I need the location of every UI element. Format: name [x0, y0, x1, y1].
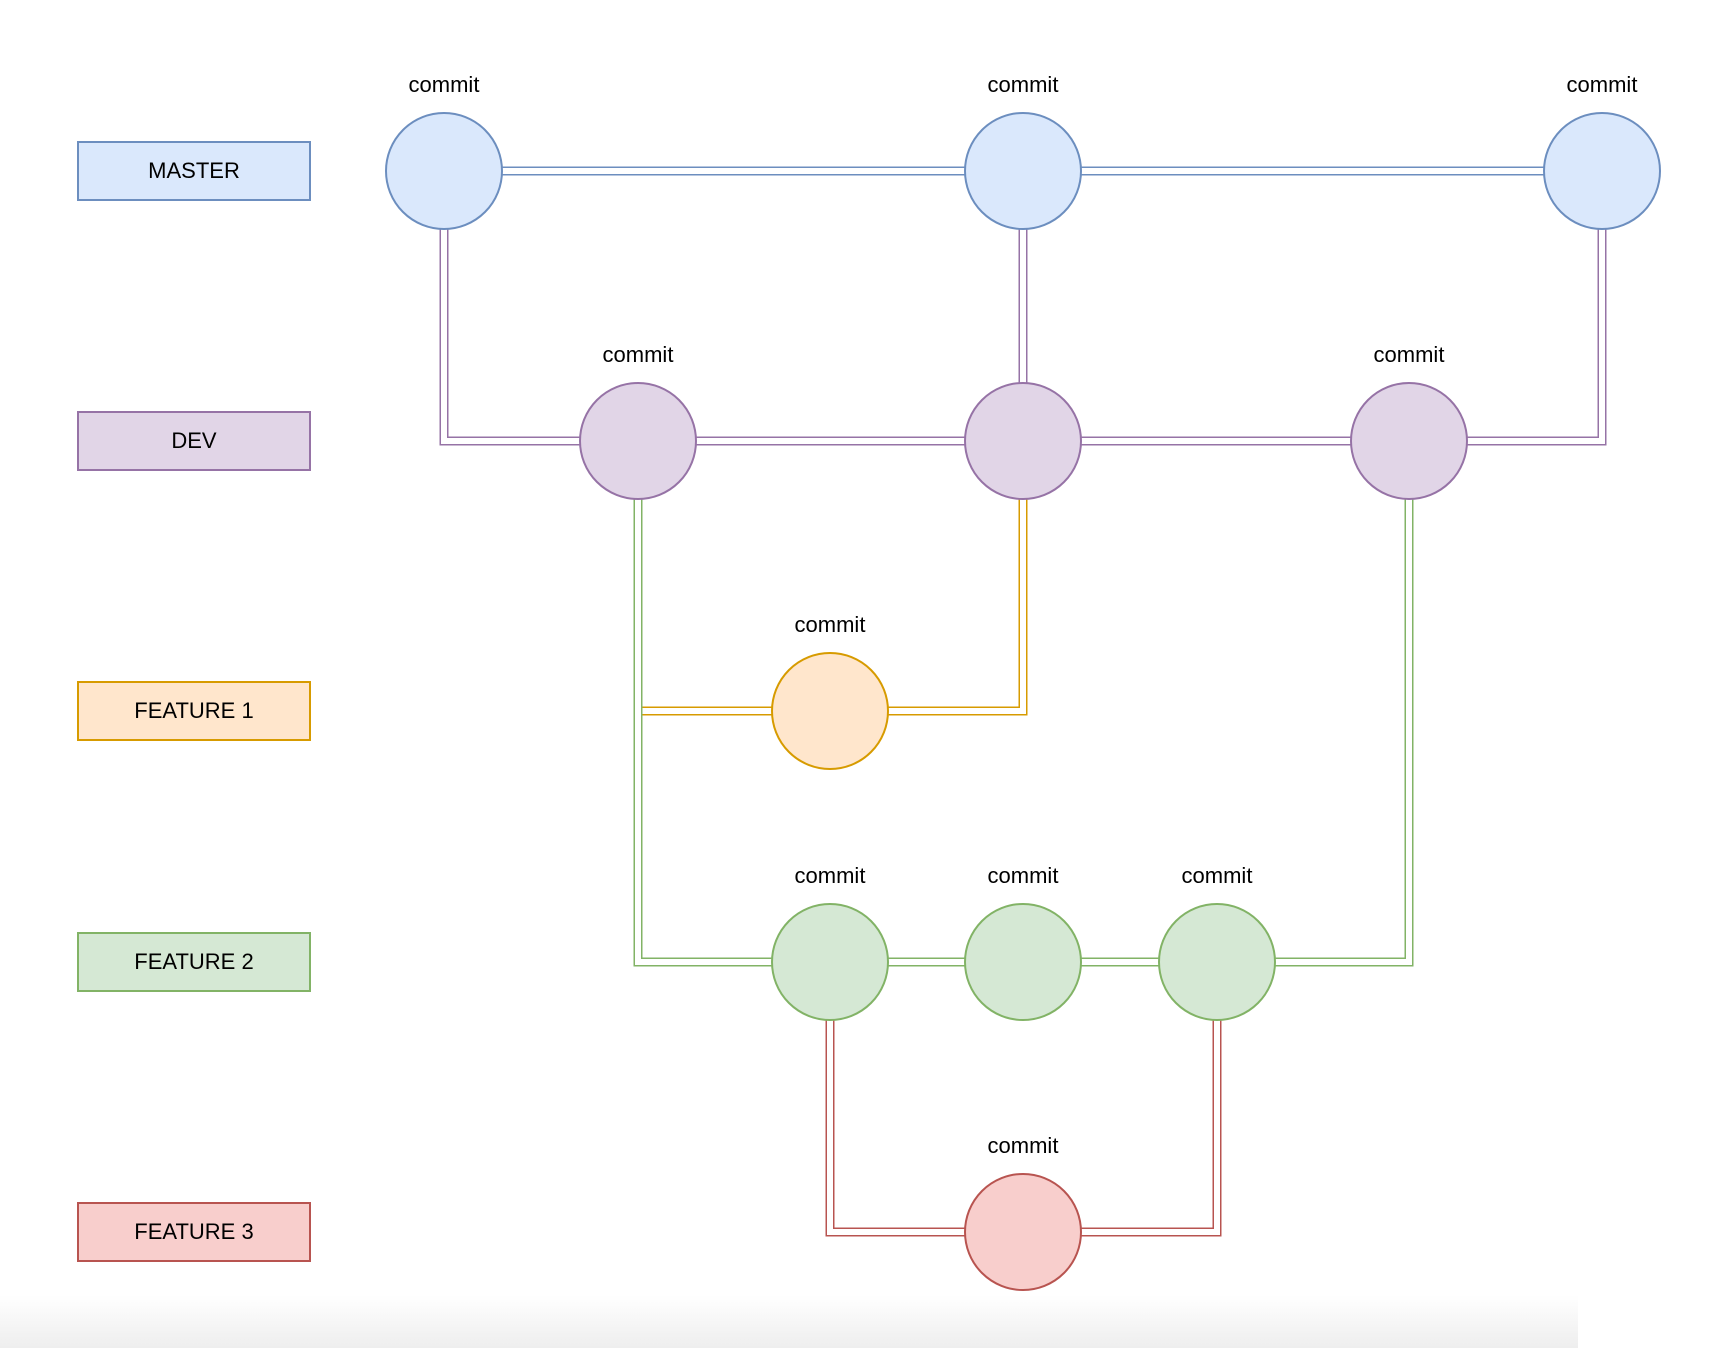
commit-label: commit [988, 72, 1059, 97]
commit-node-m2[interactable]: commit [964, 72, 1082, 230]
commit-label: commit [988, 1133, 1059, 1158]
commit-label: commit [603, 342, 674, 367]
commit-node-d1[interactable]: commit [579, 342, 697, 500]
branch-label-feature1: FEATURE 1 [77, 681, 311, 741]
git-branch-diagram: MASTER DEV FEATURE 1 FEATURE 2 FEATURE 3 com… [77, 72, 1661, 1291]
branch-label-feature2: FEATURE 2 [77, 932, 311, 992]
commit-label: commit [1567, 72, 1638, 97]
commit-node-f2c[interactable]: commit [1158, 863, 1276, 1021]
branch-label-text: FEATURE 1 [134, 698, 253, 723]
branch-label-master: MASTER [77, 141, 311, 201]
branch-label-feature3: FEATURE 3 [77, 1202, 311, 1262]
commit-node-d2[interactable] [964, 382, 1082, 500]
commit-node-f2b[interactable]: commit [964, 863, 1082, 1021]
commit-node-f3a[interactable]: commit [964, 1133, 1082, 1291]
commit-label: commit [795, 612, 866, 637]
branch-label-dev: DEV [77, 411, 311, 471]
commit-node-m1[interactable]: commit [385, 72, 503, 230]
commit-label: commit [409, 72, 480, 97]
commit-label: commit [795, 863, 866, 888]
commit-node-d3[interactable]: commit [1350, 342, 1468, 500]
branch-label-text: MASTER [148, 158, 240, 183]
commit-node-m3[interactable]: commit [1543, 72, 1661, 230]
connectors [439, 166, 1607, 1237]
commit-label: commit [1374, 342, 1445, 367]
branch-label-text: FEATURE 3 [134, 1219, 253, 1244]
branch-label-text: FEATURE 2 [134, 949, 253, 974]
branch-labels: MASTER DEV FEATURE 1 FEATURE 2 FEATURE 3 [77, 141, 311, 1262]
commit-node-f1a[interactable]: commit [771, 612, 889, 770]
commit-node-f2a[interactable]: commit [771, 863, 889, 1021]
bottom-fade [0, 1295, 1578, 1348]
commit-label: commit [1182, 863, 1253, 888]
branch-label-text: DEV [171, 428, 217, 453]
commit-label: commit [988, 863, 1059, 888]
